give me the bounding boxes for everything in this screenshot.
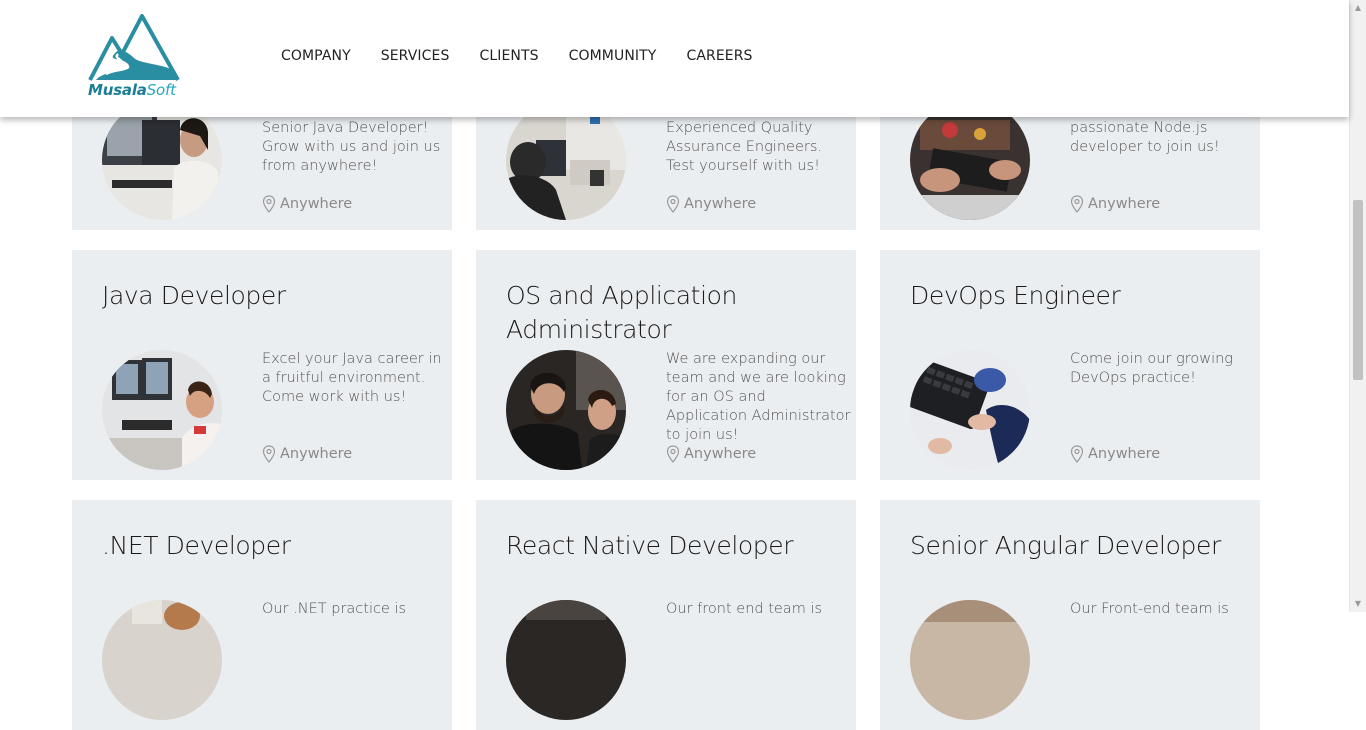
job-description: Experienced Quality Assurance Engineers.… [666,120,822,174]
location-pin-icon [262,445,276,463]
job-photo [910,100,1030,220]
scroll-down-icon[interactable]: ▼ [1350,596,1366,612]
job-description: passionate Node.js developer to join us! [1070,120,1220,155]
job-location: Anywhere [262,445,352,463]
page-scrollbar[interactable]: ▲ ▼ [1349,0,1366,612]
job-title[interactable]: DevOps Engineer [910,279,1250,313]
location-pin-icon [1070,445,1084,463]
location-pin-icon [666,445,680,463]
job-photo [102,350,222,470]
job-location: Anywhere [1070,445,1160,463]
logo-wordmark: MusalaSoft [88,81,176,99]
job-title[interactable]: .NET Developer [102,529,442,563]
job-photo [910,350,1030,470]
job-location: Anywhere [666,195,756,213]
job-card[interactable]: DevOps Engineer Come join our growing De… [880,250,1260,480]
mountain-logo-icon [88,14,180,81]
job-description: Our front end team is [666,601,823,617]
job-photo [506,350,626,470]
job-photo [910,600,1030,720]
location-pin-icon [262,195,276,213]
location-pin-icon [666,195,680,213]
job-title[interactable]: Senior Angular Developer [910,529,1250,563]
job-card[interactable]: .NET Developer Our .NET practice is [72,500,452,730]
nav-community[interactable]: COMMUNITY [569,48,657,64]
job-photo [506,100,626,220]
job-card[interactable]: Senior Angular Developer Our Front-end t… [880,500,1260,730]
job-location: Anywhere [666,445,756,463]
nav-company[interactable]: COMPANY [281,48,351,64]
job-description: Our Front-end team is [1070,601,1229,617]
job-photo [506,600,626,720]
musalasoft-logo[interactable]: MusalaSoft [86,12,182,104]
nav-services[interactable]: SERVICES [381,48,450,64]
job-location: Anywhere [262,195,352,213]
nav-clients[interactable]: CLIENTS [479,48,538,64]
job-description: We are expanding our team and we are loo… [666,351,851,443]
job-location: Anywhere [1070,195,1160,213]
job-card[interactable]: Java Developer Excel your Java career in… [72,250,452,480]
nav-careers[interactable]: CAREERS [686,48,752,64]
location-pin-icon [1070,195,1084,213]
job-description: Excel your Java career in a fruitful env… [262,351,442,405]
scrollbar-thumb[interactable] [1353,200,1363,380]
main-nav: COMPANY SERVICES CLIENTS COMMUNITY CAREE… [281,48,783,64]
job-card[interactable]: OS and Application Administrator We are … [476,250,856,480]
job-title[interactable]: Java Developer [102,279,442,313]
job-description: Senior Java Developer! Grow with us and … [262,120,441,174]
job-photo [102,100,222,220]
job-title[interactable]: React Native Developer [506,529,846,563]
job-photo [102,600,222,720]
job-description: Our .NET practice is [262,601,407,617]
job-description: Come join our growing DevOps practice! [1070,351,1234,386]
site-header: MusalaSoft COMPANY SERVICES CLIENTS COMM… [0,0,1349,117]
job-title[interactable]: OS and Application Administrator [506,279,846,347]
scroll-up-icon[interactable]: ▲ [1350,0,1366,16]
job-card[interactable]: React Native Developer Our front end tea… [476,500,856,730]
